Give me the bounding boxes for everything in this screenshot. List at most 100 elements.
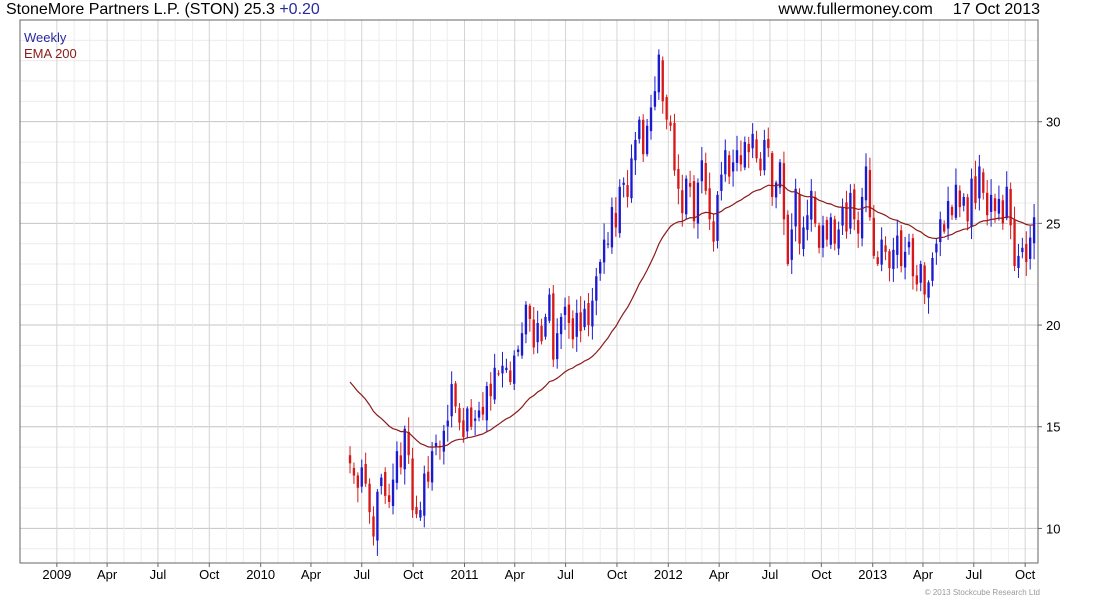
- candle-body: [556, 333, 559, 360]
- candle-body: [829, 217, 832, 245]
- candle-body: [833, 219, 836, 244]
- candle-body: [485, 386, 489, 421]
- candle-body: [919, 264, 922, 283]
- candle-body: [395, 451, 399, 483]
- candle-body: [419, 510, 422, 518]
- candle-body: [473, 418, 477, 421]
- candle-body: [755, 139, 758, 159]
- candle-body: [638, 119, 641, 140]
- candle-body: [595, 276, 598, 301]
- candle-body: [384, 472, 387, 496]
- candle-body: [943, 224, 946, 232]
- candle-body: [669, 122, 672, 126]
- candle-body: [575, 312, 578, 337]
- candle-body: [939, 219, 942, 243]
- y-tick-label: 25: [1046, 216, 1060, 231]
- candle-body: [810, 190, 813, 220]
- candle-body: [368, 483, 371, 513]
- x-tick-label: Jul: [762, 567, 779, 582]
- candle-body: [708, 188, 711, 220]
- candle-body: [821, 225, 825, 248]
- candle-body: [587, 303, 590, 326]
- candle-body: [1001, 200, 1004, 224]
- x-tick-label: Oct: [811, 567, 832, 582]
- x-tick-label: Jul: [965, 567, 982, 582]
- candle-body: [509, 370, 512, 382]
- candle-body: [786, 214, 790, 265]
- price-chart: 10 15 20 25 30 2009 Apr Jul Oct 2010 Apr Jul Oct 201…: [19, 19, 1060, 597]
- candle-body: [415, 506, 418, 515]
- candle-body: [927, 282, 930, 298]
- x-tick-label: Apr: [505, 567, 526, 582]
- legend-ema: EMA 200: [24, 46, 77, 61]
- candle-body: [657, 54, 661, 93]
- candle-body: [728, 155, 731, 177]
- candle-body: [778, 162, 782, 188]
- candle-body: [685, 178, 688, 215]
- candle-body: [391, 479, 395, 507]
- candle-body: [696, 182, 700, 224]
- candle-body: [982, 172, 985, 193]
- candle-body: [997, 198, 1001, 214]
- candle-body: [798, 194, 801, 244]
- candle-body: [864, 166, 868, 201]
- candle-body: [524, 304, 528, 335]
- candle-body: [720, 174, 723, 191]
- candle-body: [903, 251, 907, 268]
- candle-body: [872, 217, 875, 256]
- candle-body: [735, 150, 739, 163]
- candle-body: [505, 367, 508, 371]
- candle-body: [423, 473, 426, 516]
- candle-body: [731, 162, 735, 172]
- candle-body: [993, 198, 997, 212]
- candle-body: [966, 197, 969, 222]
- candle-body: [814, 196, 817, 224]
- candle-body: [767, 138, 770, 149]
- candle-body: [567, 304, 571, 324]
- candle-body: [888, 251, 891, 269]
- candle-body: [481, 406, 485, 415]
- candle-body: [1005, 186, 1008, 219]
- candle-body: [962, 196, 965, 206]
- x-tick-label: Jul: [353, 567, 370, 582]
- candle-body: [806, 215, 809, 230]
- candle-body: [1025, 243, 1028, 263]
- candle-body: [348, 455, 352, 464]
- candle-body: [642, 119, 645, 155]
- candle-body: [466, 408, 469, 432]
- candle-body: [954, 184, 958, 218]
- candle-body: [915, 275, 918, 285]
- candle-body: [454, 383, 457, 407]
- candle-body: [403, 428, 406, 470]
- candle-body: [688, 183, 692, 187]
- candle-body: [935, 243, 938, 253]
- candle-body: [751, 133, 754, 149]
- legend-weekly: Weekly: [24, 30, 67, 45]
- candle-body: [677, 168, 680, 189]
- candle-body: [1013, 219, 1016, 267]
- candle-body: [552, 293, 555, 360]
- candle-body: [618, 186, 621, 234]
- y-tick-label: 30: [1046, 115, 1060, 130]
- candle-body: [630, 158, 633, 199]
- candle-body: [986, 192, 989, 216]
- candle-body: [661, 60, 664, 102]
- candle-body: [896, 235, 899, 255]
- candle-body: [516, 349, 520, 353]
- candle-body: [376, 491, 379, 541]
- candle-body: [771, 153, 774, 197]
- candle-body: [837, 229, 840, 249]
- y-tick-label: 20: [1046, 318, 1060, 333]
- candle-body: [411, 458, 414, 511]
- y-axis: 10 15 20 25 30: [1038, 115, 1060, 536]
- candle-body: [802, 227, 805, 250]
- candle-body: [946, 201, 950, 229]
- candle-body: [645, 125, 649, 155]
- candle-body: [532, 319, 535, 348]
- candle-body: [470, 407, 473, 427]
- candle-body: [950, 207, 954, 216]
- candle-body: [626, 185, 629, 197]
- candle-body: [743, 142, 747, 168]
- x-tick-label: Oct: [607, 567, 628, 582]
- candle-body: [958, 190, 961, 208]
